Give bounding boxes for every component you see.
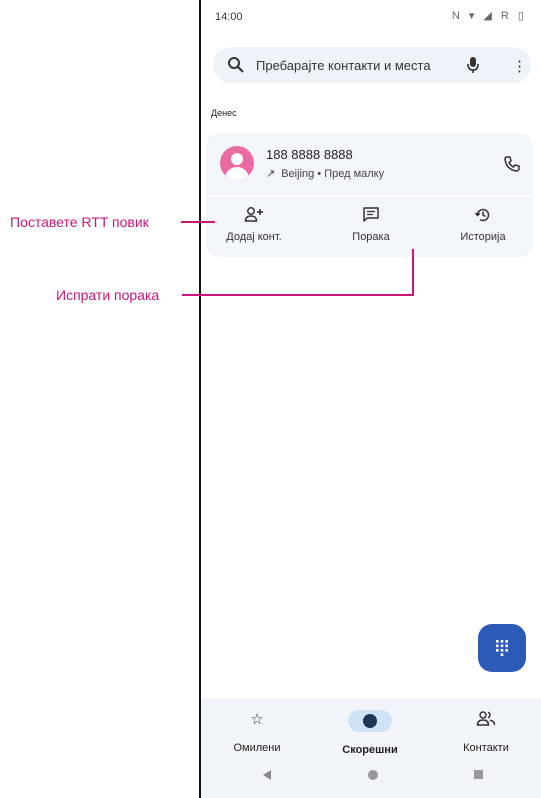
nav-favorites[interactable]: ☆ Омилени bbox=[207, 710, 307, 754]
search-placeholder[interactable]: Пребарајте контакти и места bbox=[256, 58, 431, 73]
status-icons: N ▾ ◢ R ▯ bbox=[451, 10, 527, 22]
home-icon[interactable] bbox=[368, 770, 378, 780]
outgoing-arrow-icon: ↗ bbox=[266, 168, 276, 180]
dialpad-icon bbox=[496, 640, 508, 656]
message-label: Порака bbox=[352, 231, 390, 243]
phone-icon[interactable] bbox=[503, 155, 521, 173]
phone-screen: 14:00 N ▾ ◢ R ▯ Пребарајте контакти и ме… bbox=[199, 0, 541, 798]
nav-recents-label: Скорешни bbox=[342, 744, 398, 756]
avatar[interactable] bbox=[220, 146, 254, 180]
history-label: Историја bbox=[460, 231, 506, 243]
section-header-today: Денес bbox=[211, 108, 237, 118]
contacts-icon bbox=[436, 710, 536, 730]
callout-rtt-line bbox=[181, 221, 215, 223]
history-button[interactable]: Историја bbox=[438, 206, 528, 243]
history-icon bbox=[438, 206, 528, 228]
call-number: 188 8888 8888 bbox=[266, 147, 353, 162]
status-time: 14:00 bbox=[215, 11, 243, 23]
nav-contacts[interactable]: Контакти bbox=[436, 710, 536, 754]
recents-icon[interactable] bbox=[474, 770, 483, 779]
dialpad-button[interactable] bbox=[478, 624, 526, 672]
nav-favorites-label: Омилени bbox=[233, 742, 281, 754]
call-meta: ↗ Beijing • Пред малку bbox=[266, 167, 384, 180]
search-bar[interactable]: Пребарајте контакти и места ⋮ bbox=[213, 47, 531, 83]
callout-rtt-call: Поставете RTT повик bbox=[10, 214, 149, 230]
card-divider bbox=[206, 196, 533, 197]
clock-icon bbox=[348, 710, 392, 732]
mic-icon[interactable] bbox=[466, 56, 480, 74]
add-contact-button[interactable]: Додај конт. bbox=[209, 206, 299, 243]
call-location-time: Beijing • Пред малку bbox=[281, 168, 385, 180]
more-options-icon[interactable]: ⋮ bbox=[512, 57, 527, 75]
search-icon bbox=[228, 57, 244, 73]
status-bar: 14:00 N ▾ ◢ R ▯ bbox=[201, 0, 541, 32]
message-icon bbox=[326, 206, 416, 228]
recent-call-card[interactable]: 188 8888 8888 ↗ Beijing • Пред малку Дода… bbox=[206, 133, 533, 257]
nav-recents[interactable]: Скорешни bbox=[320, 710, 420, 756]
back-icon[interactable] bbox=[263, 770, 271, 780]
callout-message-line-h bbox=[182, 294, 414, 296]
nav-contacts-label: Контакти bbox=[463, 742, 509, 754]
add-person-icon bbox=[209, 206, 299, 228]
callout-message-line-v bbox=[412, 249, 414, 296]
add-contact-label: Додај конт. bbox=[226, 231, 282, 243]
callout-send-message: Испрати порака bbox=[56, 287, 160, 303]
system-navigation-bar bbox=[201, 760, 541, 798]
message-button[interactable]: Порака bbox=[326, 206, 416, 243]
star-icon: ☆ bbox=[250, 711, 264, 728]
